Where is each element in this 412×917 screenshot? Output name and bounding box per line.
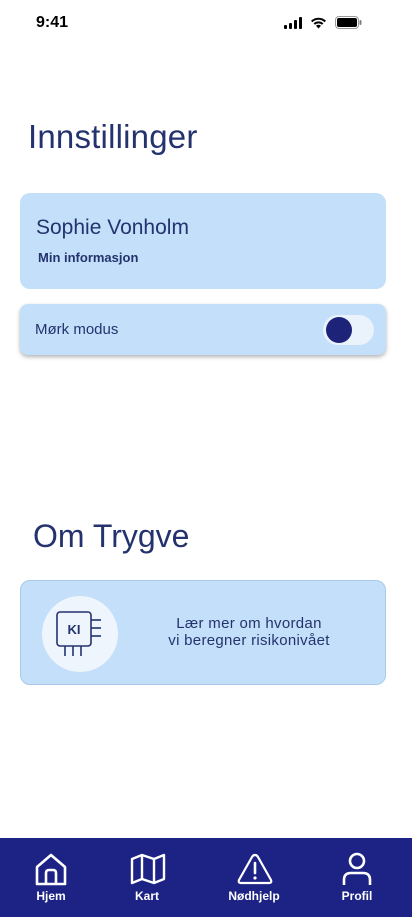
warning-icon bbox=[237, 853, 273, 885]
tab-home[interactable]: Hjem bbox=[11, 838, 91, 917]
risk-info-card[interactable]: KI Lær mer om hvordan vi beregner risikon… bbox=[20, 580, 386, 685]
tab-emergency-label: Nødhjelp bbox=[228, 889, 280, 903]
home-icon bbox=[35, 853, 67, 886]
profile-name: Sophie Vonholm bbox=[36, 216, 189, 239]
tab-emergency[interactable]: Nødhjelp bbox=[214, 838, 294, 917]
map-icon bbox=[130, 853, 166, 885]
status-bar: 9:41 bbox=[0, 0, 412, 48]
toggle-knob bbox=[326, 317, 352, 343]
about-title: Om Trygve bbox=[33, 518, 190, 554]
risk-info-text: Lær mer om hvordan vi beregner risikonivå… bbox=[168, 615, 330, 649]
status-time: 9:41 bbox=[36, 14, 69, 31]
page-title: Innstillinger bbox=[28, 118, 198, 155]
dark-mode-toggle[interactable] bbox=[323, 315, 374, 345]
ai-chip-label: KI bbox=[68, 622, 81, 637]
dark-mode-label: Mørk modus bbox=[35, 321, 119, 338]
tab-profile[interactable]: Profil bbox=[317, 838, 397, 917]
ai-chip-icon: KI bbox=[42, 596, 118, 672]
tab-profile-label: Profil bbox=[341, 889, 373, 903]
wifi-icon bbox=[311, 17, 326, 28]
battery-icon bbox=[335, 16, 362, 29]
profile-card[interactable]: Sophie Vonholm Min informasjon bbox=[20, 193, 386, 289]
dark-mode-row: Mørk modus bbox=[20, 304, 386, 355]
signal-icon bbox=[284, 16, 302, 29]
my-information-link[interactable]: Min informasjon bbox=[38, 250, 138, 265]
tab-map[interactable]: Kart bbox=[107, 838, 187, 917]
status-icons bbox=[284, 16, 362, 29]
tab-home-label: Hjem bbox=[36, 889, 66, 903]
tab-bar: Hjem Kart Nødhjelp Profil bbox=[0, 838, 412, 917]
tab-map-label: Kart bbox=[134, 889, 159, 903]
user-icon bbox=[342, 852, 372, 885]
